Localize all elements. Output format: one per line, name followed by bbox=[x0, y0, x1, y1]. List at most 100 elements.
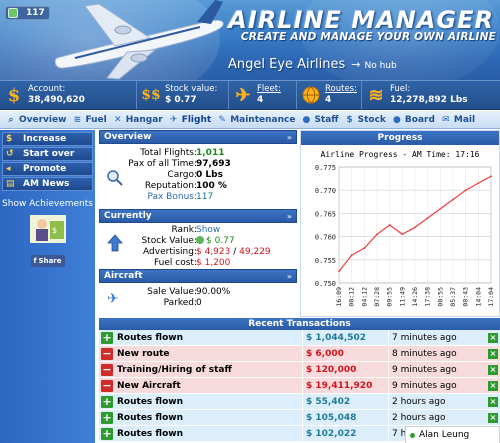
x-tick-label: 04:12 bbox=[360, 287, 368, 307]
data-point bbox=[388, 224, 391, 226]
fuel-cost-row: Fuel cost: $ 1,200 bbox=[154, 258, 231, 268]
increase-button[interactable]: $ Increase bbox=[2, 132, 93, 146]
close-icon[interactable]: × bbox=[488, 332, 498, 343]
data-point bbox=[426, 217, 429, 219]
aircraft-header[interactable]: Aircraft » bbox=[99, 269, 297, 283]
achievement-image[interactable]: $ bbox=[29, 215, 66, 243]
y-tick-label: 0.775 bbox=[315, 164, 336, 172]
y-axis-ticks: 0.775 0.770 0.765 0.760 0.755 0.750 bbox=[315, 164, 336, 288]
rank-show-link[interactable]: Show bbox=[196, 225, 220, 236]
close-icon[interactable]: × bbox=[488, 348, 498, 359]
transaction-time: 8 minutes ago bbox=[388, 345, 484, 362]
transaction-amount: $ 102,022 bbox=[302, 425, 388, 442]
online-players-badge[interactable]: 117 bbox=[5, 6, 50, 20]
player-count: 117 bbox=[26, 8, 45, 18]
header-banner: 117 AIRLINE MANAGER CREATE AND MANAGE YO… bbox=[0, 0, 500, 80]
close-icon[interactable]: × bbox=[488, 412, 498, 423]
transaction-time: 2 hours ago bbox=[388, 393, 484, 410]
data-point bbox=[338, 270, 340, 273]
megaphone-icon: ◂ bbox=[6, 164, 11, 174]
x-tick-label: 00:12 bbox=[348, 287, 356, 307]
minus-icon: − bbox=[101, 363, 113, 376]
facebook-share-button[interactable]: f Share bbox=[30, 255, 65, 267]
transactions-header: Recent Transactions bbox=[99, 318, 500, 330]
hub-link[interactable]: No hub bbox=[364, 61, 396, 71]
stat-stock: $$ Stock value: $ 0.77 bbox=[137, 81, 229, 109]
app-title: AIRLINE MANAGER bbox=[228, 6, 494, 34]
transaction-row: + Routes flown $ 1,044,502 7 minutes ago × bbox=[99, 329, 500, 346]
data-point bbox=[376, 233, 378, 236]
nav-staff[interactable]: ● Staff bbox=[301, 115, 339, 125]
transaction-desc: New Aircraft bbox=[117, 380, 181, 391]
app-subtitle: CREATE AND MANAGE YOUR OWN AIRLINE bbox=[240, 31, 496, 43]
x-tick-label: 14:26 bbox=[411, 287, 419, 307]
data-point bbox=[414, 226, 416, 229]
nav-hangar[interactable]: ✕ Hangar bbox=[113, 115, 163, 125]
y-tick-label: 0.750 bbox=[315, 280, 336, 288]
nav-overview[interactable]: ⌕ Overview bbox=[6, 115, 66, 125]
currently-header[interactable]: Currently » bbox=[99, 209, 297, 223]
online-dot-icon bbox=[410, 432, 415, 438]
close-icon[interactable]: × bbox=[488, 380, 498, 391]
dollar-icon: $ bbox=[7, 84, 21, 106]
transaction-time: 2 hours ago bbox=[388, 409, 484, 426]
x-axis-ticks: 16:09 00:12 04:12 07:28 09:55 11:49 14:26 17:38… bbox=[335, 287, 495, 307]
stat-routes[interactable]: Routes: 4 bbox=[297, 81, 362, 109]
chart-grid bbox=[338, 166, 492, 284]
advertising-row: Advertising: $ 4,923 / 49,229 bbox=[143, 247, 271, 257]
minus-icon: − bbox=[101, 379, 113, 392]
overview-row: Reputation: 100 % bbox=[144, 181, 227, 191]
nav-fuel[interactable]: ≋ Fuel bbox=[72, 114, 107, 125]
fuel-icon: ≋ bbox=[73, 114, 82, 125]
stock-dollar-icon: $$ bbox=[141, 87, 161, 103]
routes-value: 4 bbox=[325, 95, 332, 105]
search-icon: ⌕ bbox=[8, 114, 14, 125]
collapse-icon[interactable]: » bbox=[287, 212, 292, 221]
routes-link[interactable]: Routes: bbox=[325, 84, 357, 95]
stats-bar: $ Account: 38,490,620 $$ Stock value: $ … bbox=[0, 80, 500, 110]
x-tick-label: 11:49 bbox=[398, 287, 406, 307]
data-point bbox=[477, 182, 480, 185]
overview-row: Pax Bonus: 117 bbox=[147, 192, 214, 202]
account-value: 38,490,620 bbox=[28, 95, 85, 105]
x-tick-label: 05:37 bbox=[449, 287, 457, 307]
y-tick-label: 0.765 bbox=[315, 210, 336, 218]
nav-flight[interactable]: ✈ Flight bbox=[169, 115, 211, 125]
stat-fleet[interactable]: ✈ Fleet: 4 bbox=[229, 81, 297, 109]
progress-chart: Airline Progress - AM Time: 17:16 0.775 0… bbox=[315, 150, 495, 307]
minus-icon: − bbox=[101, 347, 113, 360]
chat-user-tab[interactable]: Alan Leung bbox=[405, 426, 500, 443]
close-icon[interactable]: × bbox=[488, 364, 498, 375]
coin-icon bbox=[196, 236, 204, 244]
y-tick-label: 0.770 bbox=[315, 187, 336, 195]
collapse-icon[interactable]: » bbox=[287, 272, 292, 281]
x-tick-label: 17:04 bbox=[487, 287, 495, 307]
overview-header[interactable]: Overview » bbox=[99, 130, 297, 144]
currently-panel: Currently » Rank: Show Stock Value: $ 0.77… bbox=[99, 209, 297, 269]
transaction-row: − New route $ 6,000 8 minutes ago × bbox=[99, 345, 500, 362]
fleet-link[interactable]: Fleet: bbox=[257, 84, 281, 95]
arrow-icon: → bbox=[351, 58, 361, 71]
y-tick-label: 0.760 bbox=[315, 234, 336, 242]
stat-fuel: ≋ Fuel: 12,278,892 Lbs bbox=[362, 81, 500, 109]
fuel-icon: ≋ bbox=[368, 84, 384, 106]
facebook-icon: f bbox=[33, 257, 37, 265]
close-icon[interactable]: × bbox=[488, 396, 498, 407]
stock-row: Stock Value: $ 0.77 bbox=[141, 236, 235, 246]
x-tick-label: 00:55 bbox=[436, 287, 444, 307]
fuel-value: 12,278,892 Lbs bbox=[390, 95, 468, 105]
collapse-icon[interactable]: » bbox=[287, 133, 292, 142]
nav-maintenance[interactable]: ✎ Maintenance bbox=[217, 115, 295, 125]
chart-title: Airline Progress - AM Time: 17:16 bbox=[321, 150, 480, 159]
data-point bbox=[464, 189, 467, 192]
nav-board[interactable]: ● Board bbox=[392, 115, 435, 125]
x-tick-label: 14:04 bbox=[474, 287, 482, 307]
plus-icon: + bbox=[101, 411, 113, 424]
nav-stock[interactable]: $ Stock bbox=[345, 115, 385, 125]
transaction-amount: $ 1,044,502 bbox=[302, 329, 388, 346]
rank-row: Rank: Show bbox=[171, 225, 221, 236]
transaction-row: − Training/Hiring of staff $ 120,000 9 minu… bbox=[99, 361, 500, 378]
data-point bbox=[452, 198, 454, 201]
nav-mail[interactable]: ✉ Mail bbox=[441, 115, 475, 125]
airplane-icon: ✈ bbox=[235, 84, 251, 106]
